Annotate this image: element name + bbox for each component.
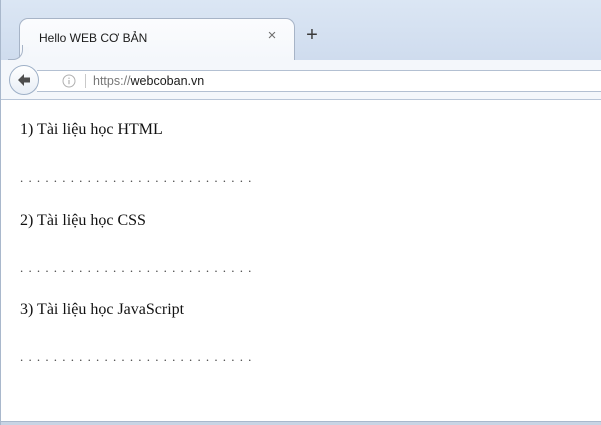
browser-window: Hello WEB CƠ BẢN × + https://webcoban.vn… [0, 0, 601, 425]
url-scheme: https:// [93, 74, 131, 88]
dotted-separator: ............................ [20, 260, 257, 275]
item-heading-html: 1) Tài liệu học HTML [20, 121, 163, 138]
window-bottom-border [1, 421, 601, 425]
new-tab-icon[interactable]: + [303, 25, 321, 45]
tab-active[interactable]: Hello WEB CƠ BẢN × [8, 18, 295, 60]
back-arrow-icon [18, 74, 30, 86]
info-icon[interactable] [62, 74, 76, 88]
item-heading-css: 2) Tài liệu học CSS [20, 212, 146, 229]
navigation-bar: https://webcoban.vn [1, 60, 601, 100]
url-text[interactable]: https://webcoban.vn [93, 74, 204, 88]
tab-title: Hello WEB CƠ BẢN [39, 31, 148, 45]
back-button[interactable] [9, 65, 39, 95]
url-separator [85, 74, 86, 88]
page-content: 1) Tài liệu học HTML ...................… [1, 100, 601, 422]
tab-strip: Hello WEB CƠ BẢN × + [1, 0, 601, 60]
dotted-separator: ............................ [20, 170, 257, 185]
close-icon[interactable]: × [264, 28, 280, 44]
item-heading-javascript: 3) Tài liệu học JavaScript [20, 301, 185, 318]
url-domain: webcoban.vn [130, 74, 205, 88]
url-bar[interactable]: https://webcoban.vn [37, 70, 601, 92]
dotted-separator: ............................ [20, 349, 257, 364]
